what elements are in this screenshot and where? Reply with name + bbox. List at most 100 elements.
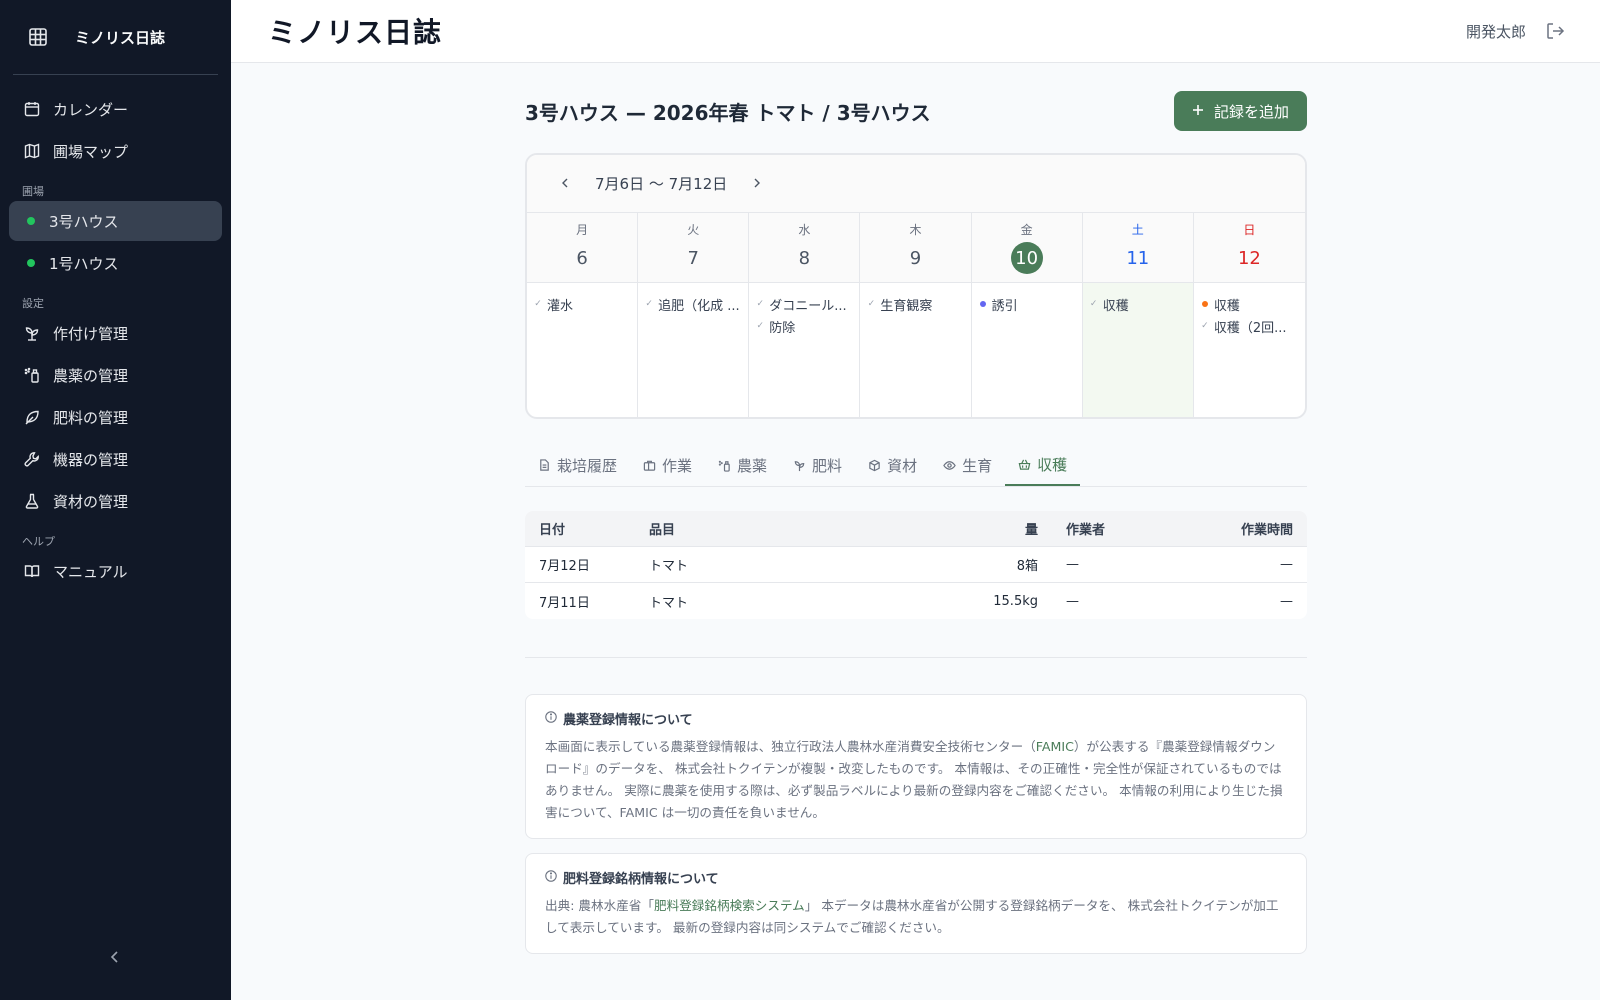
leaf-icon [23, 408, 41, 426]
sidebar-item-manual[interactable]: マニュアル [9, 551, 222, 591]
sidebar-item-planting[interactable]: 作付け管理 [9, 313, 222, 353]
table-row[interactable]: 7月12日 トマト 8箱 — — [525, 547, 1307, 583]
sidebar-item-calendar[interactable]: カレンダー [9, 89, 222, 129]
day-of-week: 土 [1131, 223, 1144, 237]
tab-box[interactable]: 資材 [855, 445, 930, 486]
sidebar-item-fertilizers[interactable]: 肥料の管理 [9, 397, 222, 437]
logout-icon[interactable] [1544, 20, 1566, 42]
calendar-day-header[interactable]: 火7 [638, 213, 750, 283]
sidebar-item-label: カレンダー [53, 100, 129, 119]
event-label: 収穫 [1102, 298, 1129, 314]
table-row[interactable]: 7月11日 トマト 15.5kg — — [525, 583, 1307, 619]
calendar-day-cell[interactable]: ✓ 生育観察 [860, 283, 972, 417]
page-header-title: ミノリス日誌 [268, 16, 443, 49]
chevron-left-icon [562, 178, 568, 187]
column-header-date[interactable]: 日付 [525, 519, 635, 538]
calendar-event[interactable]: ✓ ダコニール... [755, 293, 853, 315]
notice-title-text: 農薬登録情報について [563, 713, 693, 728]
tab-document[interactable]: 栽培履歴 [525, 445, 630, 486]
sidebar-item-house-3[interactable]: 3号ハウス [9, 201, 222, 241]
brand[interactable]: ミノリス日誌 [13, 0, 218, 75]
tab-label: 栽培履歴 [557, 457, 618, 475]
date-number: 11 [1126, 247, 1150, 269]
famic-link[interactable]: FAMIC [1036, 739, 1074, 754]
today-date-number: 10 [1010, 242, 1043, 274]
pesticide-notice: 農薬登録情報について 本画面に表示している農薬登録情報は、独立行政法人農林水産消… [525, 694, 1307, 839]
calendar-day-cells: ✓ 灌水 ✓ 追肥（化成 ... ✓ ダコニール... ✓ 防除 ✓ 生育観察 誘引 ✓ 収穫 収穫 ✓ 収穫… [527, 283, 1305, 417]
event-label: 防除 [769, 320, 796, 336]
tab-label: 肥料 [812, 457, 843, 475]
book-icon [23, 562, 41, 580]
collapse-sidebar-button[interactable] [106, 948, 124, 966]
calendar-event[interactable]: ✓ 生育観察 [866, 293, 964, 315]
notice-text: 本画面に表示している農薬登録情報は、独立行政法人農林水産消費安全技術センター（ [545, 739, 1036, 754]
user-name[interactable]: 開発太郎 [1466, 21, 1526, 42]
basket-icon [1018, 458, 1031, 471]
chevron-right-icon [754, 178, 761, 187]
week-calendar: 7月6日 〜 7月12日 月 6 火 7 水 8 木 9 金 10 土 11 日 12 ✓ 灌水 ✓ 追肥（化成… [525, 153, 1307, 419]
notice-title: 農薬登録情報について [545, 709, 1287, 728]
check-icon: ✓ [1089, 299, 1098, 309]
calendar-day-header[interactable]: 土 11 [1082, 213, 1194, 283]
calendar-day-cell[interactable]: ✓ ダコニール... ✓ 防除 [749, 283, 861, 417]
calendar-icon [23, 100, 41, 118]
check-icon: ✓ [534, 299, 542, 309]
sidebar-item-label: 機器の管理 [53, 450, 129, 469]
calendar-day-cell[interactable]: 誘引 [972, 283, 1083, 417]
calendar-day-cell[interactable]: ✓ 追肥（化成 ... [638, 283, 750, 417]
prev-week-button[interactable] [557, 176, 573, 192]
calendar-day-cell[interactable]: 収穫 ✓ 収穫（2回... [1194, 283, 1305, 417]
calendar-day-header[interactable]: 月6 [527, 213, 639, 283]
notice-body: 出典: 農林水産省「肥料登録銘柄検索システム」 本データは農林水産省が公開する登… [545, 895, 1287, 939]
date-number: 12 [1237, 247, 1261, 269]
tab-sprout[interactable]: 肥料 [780, 445, 855, 486]
calendar-day-header[interactable]: 水8 [749, 213, 861, 283]
column-header-amount[interactable]: 量 [932, 519, 1052, 538]
calendar-event[interactable]: ✓ 灌水 [533, 293, 631, 315]
page-head: 3号ハウス — 2026年春 トマト / 3号ハウス 記録を追加 [525, 91, 1307, 131]
top-header: ミノリス日誌 開発太郎 [231, 0, 1600, 63]
column-header-time[interactable]: 作業時間 [1172, 519, 1307, 538]
date-number: 9 [909, 247, 922, 269]
event-dot-icon [1201, 301, 1208, 307]
header-user-area: 開発太郎 [1466, 20, 1566, 42]
calendar-event[interactable]: 収穫 [1200, 293, 1299, 315]
wrench-icon [23, 450, 41, 468]
sidebar-item-materials[interactable]: 資材の管理 [9, 481, 222, 521]
check-icon: ✓ [756, 299, 765, 309]
tab-eye[interactable]: 生育 [930, 445, 1005, 486]
column-header-item[interactable]: 品目 [635, 519, 932, 538]
flask-icon [23, 492, 41, 510]
calendar-event[interactable]: ✓ 収穫 [1089, 293, 1187, 315]
calendar-event[interactable]: ✓ 防除 [755, 315, 853, 337]
calendar-day-header[interactable]: 日 12 [1193, 213, 1305, 283]
sidebar-item-equipment[interactable]: 機器の管理 [9, 439, 222, 479]
tab-basket[interactable]: 収穫 [1005, 445, 1081, 486]
check-icon: ✓ [1201, 321, 1209, 331]
record-tabs: 栽培履歴 作業 農薬 肥料 資材 生育 収穫 [525, 445, 1307, 487]
calendar-day-header[interactable]: 金 10 [971, 213, 1083, 283]
calendar-day-header[interactable]: 木9 [860, 213, 972, 283]
day-of-week: 木 [909, 223, 922, 237]
fertilizer-search-link[interactable]: 肥料登録銘柄検索システム [654, 898, 805, 913]
column-header-worker[interactable]: 作業者 [1052, 519, 1172, 538]
sidebar-item-pesticides[interactable]: 農薬の管理 [9, 355, 222, 395]
event-label: 誘引 [991, 298, 1018, 314]
tab-spray[interactable]: 農薬 [705, 445, 780, 486]
cell-worker: — [1066, 593, 1079, 609]
tab-briefcase[interactable]: 作業 [630, 445, 705, 486]
status-dot [27, 217, 35, 225]
sidebar-item-label: 1号ハウス [49, 254, 119, 273]
day-of-week: 金 [1020, 223, 1033, 237]
sidebar-item-house-1[interactable]: 1号ハウス [9, 243, 222, 283]
calendar-event[interactable]: ✓ 収穫（2回... [1200, 315, 1299, 337]
date-number: 6 [576, 247, 588, 269]
next-week-button[interactable] [749, 176, 765, 192]
sidebar-item-field-map[interactable]: 圃場マップ [9, 131, 222, 171]
calendar-event[interactable]: 誘引 [978, 293, 1076, 315]
week-range: 7月6日 〜 7月12日 [595, 175, 728, 193]
add-record-button[interactable]: 記録を追加 [1173, 91, 1307, 131]
calendar-day-cell[interactable]: ✓ 灌水 [527, 283, 639, 417]
calendar-event[interactable]: ✓ 追肥（化成 ... [644, 293, 742, 315]
calendar-day-cell[interactable]: ✓ 収穫 [1082, 283, 1194, 417]
